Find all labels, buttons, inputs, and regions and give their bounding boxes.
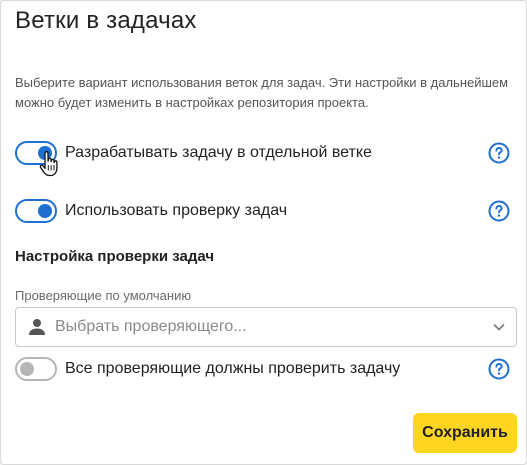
hand-cursor-icon — [39, 151, 58, 177]
reviewers-placeholder: Выбрать проверяющего... — [55, 318, 247, 335]
dialog-title: Ветки в задачах — [15, 7, 197, 34]
option-all-reviewers: Все проверяющие должны проверить задачу — [15, 354, 510, 384]
all-reviewers-toggle[interactable] — [15, 357, 57, 381]
all-reviewers-label: Все проверяющие должны проверить задачу — [65, 360, 401, 377]
task-review-label: Использовать проверку задач — [65, 202, 288, 219]
chevron-down-icon[interactable] — [492, 320, 506, 334]
help-icon[interactable] — [488, 358, 510, 380]
option-separate-branch: Разрабатывать задачу в отдельной ветке — [15, 138, 510, 168]
branches-dialog: Ветки в задачах Выберите вариант использ… — [0, 0, 527, 465]
reviewers-select[interactable]: Выбрать проверяющего... — [15, 307, 517, 347]
task-review-toggle[interactable] — [15, 199, 57, 223]
reviewers-label: Проверяющие по умолчанию — [15, 288, 192, 303]
help-icon[interactable] — [488, 142, 510, 164]
help-icon[interactable] — [488, 200, 510, 222]
review-settings-title: Настройка проверки задач — [15, 248, 215, 265]
save-button[interactable]: Сохранить — [413, 413, 517, 453]
dialog-description: Выберите вариант использования веток для… — [15, 75, 509, 110]
option-task-review: Использовать проверку задач — [15, 196, 510, 226]
separate-branch-label: Разрабатывать задачу в отдельной ветке — [65, 144, 372, 161]
user-icon — [29, 319, 45, 335]
